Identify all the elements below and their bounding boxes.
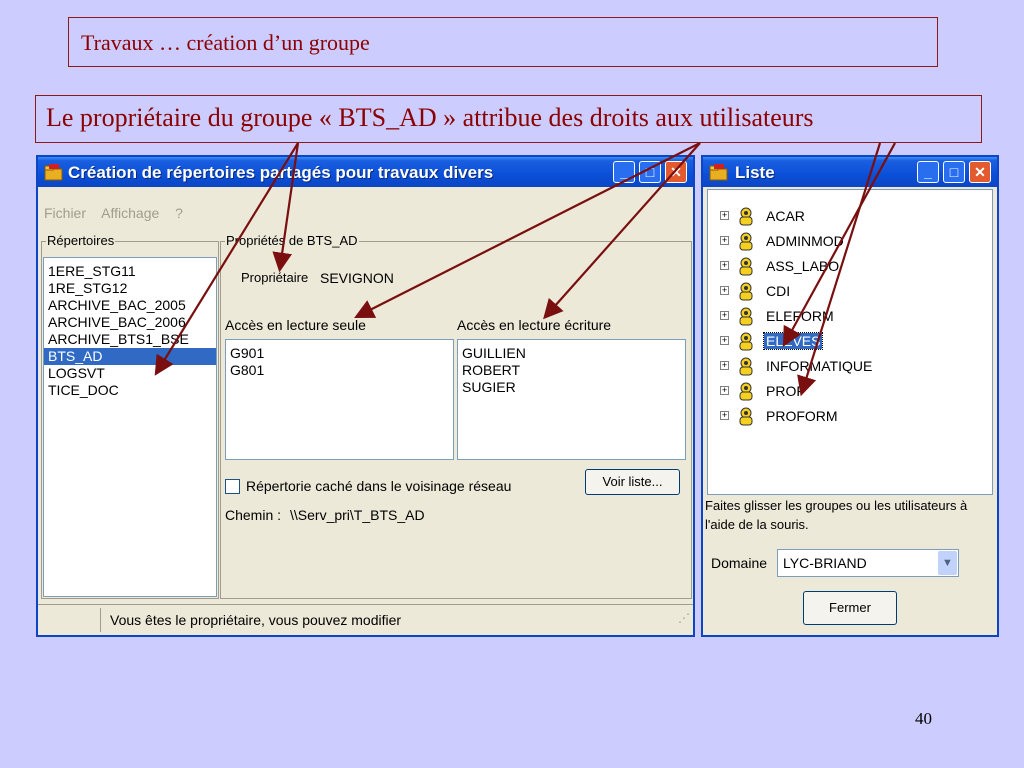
tree-item-label: ELEVES bbox=[762, 332, 824, 350]
plus-box-icon[interactable]: + bbox=[720, 386, 729, 395]
maximize-button[interactable]: □ bbox=[943, 161, 965, 183]
menubar: Fichier Affichage ? bbox=[44, 205, 195, 221]
plus-box-icon[interactable]: + bbox=[720, 336, 729, 345]
tree-item-label: ACAR bbox=[766, 208, 805, 224]
list-item[interactable]: GUILLIEN bbox=[458, 345, 685, 362]
group-tree[interactable]: + ACAR + ADMINMOD + ASS_LABO + CDI + ELE… bbox=[707, 189, 993, 495]
plus-box-icon[interactable]: + bbox=[720, 211, 729, 220]
voir-liste-button[interactable]: Voir liste... bbox=[585, 469, 680, 495]
plus-box-icon[interactable]: + bbox=[720, 261, 729, 270]
list-item[interactable]: SUGIER bbox=[458, 379, 685, 396]
folder-app-icon bbox=[709, 164, 728, 181]
hidden-share-label: Répertorie caché dans le voisinage résea… bbox=[246, 478, 512, 494]
group-user-icon bbox=[739, 282, 753, 301]
list-item-selected[interactable]: BTS_AD bbox=[44, 348, 216, 365]
close-button[interactable]: ✕ bbox=[665, 161, 687, 183]
read-write-label: Accès en lecture écriture bbox=[457, 317, 612, 333]
folder-app-icon bbox=[44, 164, 63, 181]
list-item[interactable]: 1ERE_STG11 bbox=[44, 263, 216, 280]
group-user-icon bbox=[739, 307, 753, 326]
path-value: \\Serv_pri\T_BTS_AD bbox=[290, 507, 425, 523]
chevron-down-icon[interactable]: ▼ bbox=[938, 551, 957, 575]
group-user-icon bbox=[739, 257, 753, 276]
minimize-button[interactable]: _ bbox=[613, 161, 635, 183]
drag-hint: Faites glisser les groupes ou les utilis… bbox=[705, 498, 968, 532]
statusbar: Vous êtes le propriétaire, vous pouvez m… bbox=[38, 604, 693, 635]
list-item[interactable]: TICE_DOC bbox=[44, 382, 216, 399]
slide-title: Travaux … création d’un groupe bbox=[68, 17, 938, 67]
owner-label: Propriétaire bbox=[241, 270, 309, 285]
menu-help[interactable]: ? bbox=[175, 205, 183, 221]
domain-label: Domaine bbox=[711, 555, 768, 571]
slide-subtitle: Le propriétaire du groupe « BTS_AD » att… bbox=[35, 95, 982, 143]
repertoires-legend: Répertoires bbox=[46, 233, 116, 248]
group-user-icon bbox=[739, 357, 753, 376]
repertoires-list[interactable]: 1ERE_STG11 1RE_STG12 ARCHIVE_BAC_2005 AR… bbox=[43, 257, 217, 597]
read-only-list[interactable]: G901 G801 bbox=[225, 339, 454, 460]
plus-box-icon[interactable]: + bbox=[720, 361, 729, 370]
read-only-label: Accès en lecture seule bbox=[225, 317, 366, 333]
list-titlebar[interactable]: Liste _ □ ✕ bbox=[703, 157, 997, 187]
domain-value: LYC-BRIAND bbox=[783, 555, 867, 571]
list-item[interactable]: LOGSVT bbox=[44, 365, 216, 382]
list-window-title: Liste bbox=[735, 163, 775, 182]
resize-grip-icon[interactable]: ⋰ bbox=[678, 611, 690, 625]
close-button[interactable]: ✕ bbox=[969, 161, 991, 183]
list-item[interactable]: G901 bbox=[226, 345, 453, 362]
list-item[interactable]: ARCHIVE_BAC_2005 bbox=[44, 297, 216, 314]
hidden-share-checkbox[interactable] bbox=[225, 479, 240, 494]
list-item[interactable]: ROBERT bbox=[458, 362, 685, 379]
properties-legend: Propriétés de BTS_AD bbox=[225, 233, 359, 248]
list-item[interactable]: ARCHIVE_BTS1_BSE bbox=[44, 331, 216, 348]
main-window-title: Création de répertoires partagés pour tr… bbox=[68, 163, 494, 182]
tree-item-label: INFORMATIQUE bbox=[766, 358, 873, 374]
owner-value: SEVIGNON bbox=[320, 270, 394, 286]
group-user-icon bbox=[739, 407, 753, 426]
path-label: Chemin : bbox=[225, 507, 282, 523]
main-titlebar[interactable]: Création de répertoires partagés pour tr… bbox=[38, 157, 693, 187]
minimize-button[interactable]: _ bbox=[917, 161, 939, 183]
list-item[interactable]: G801 bbox=[226, 362, 453, 379]
plus-box-icon[interactable]: + bbox=[720, 311, 729, 320]
menu-affichage[interactable]: Affichage bbox=[101, 205, 159, 221]
tree-item-label: PROF bbox=[766, 383, 805, 399]
list-item[interactable]: ARCHIVE_BAC_2006 bbox=[44, 314, 216, 331]
group-user-icon bbox=[739, 332, 753, 351]
group-user-icon bbox=[739, 382, 753, 401]
domain-select[interactable]: LYC-BRIAND ▼ bbox=[777, 549, 959, 577]
tree-item-label: PROFORM bbox=[766, 408, 838, 424]
list-window: Liste _ □ ✕ + ACAR + ADMINMOD + ASS_LABO… bbox=[701, 155, 999, 637]
main-window: Création de répertoires partagés pour tr… bbox=[36, 155, 695, 637]
group-user-icon bbox=[739, 207, 753, 226]
tree-item-label: ELEFORM bbox=[766, 308, 834, 324]
list-item[interactable]: 1RE_STG12 bbox=[44, 280, 216, 297]
read-write-list[interactable]: GUILLIEN ROBERT SUGIER bbox=[457, 339, 686, 460]
plus-box-icon[interactable]: + bbox=[720, 236, 729, 245]
fermer-button[interactable]: Fermer bbox=[803, 591, 897, 625]
page-number: 40 bbox=[915, 709, 932, 728]
status-divider bbox=[100, 608, 101, 632]
tree-item-label: ASS_LABO bbox=[766, 258, 840, 274]
tree-item-label: CDI bbox=[766, 283, 791, 299]
maximize-button[interactable]: □ bbox=[639, 161, 661, 183]
plus-box-icon[interactable]: + bbox=[720, 286, 729, 295]
menu-fichier[interactable]: Fichier bbox=[44, 205, 86, 221]
tree-item-label: ADMINMOD bbox=[766, 233, 844, 249]
plus-box-icon[interactable]: + bbox=[720, 411, 729, 420]
status-text: Vous êtes le propriétaire, vous pouvez m… bbox=[110, 612, 402, 628]
group-user-icon bbox=[739, 232, 753, 251]
